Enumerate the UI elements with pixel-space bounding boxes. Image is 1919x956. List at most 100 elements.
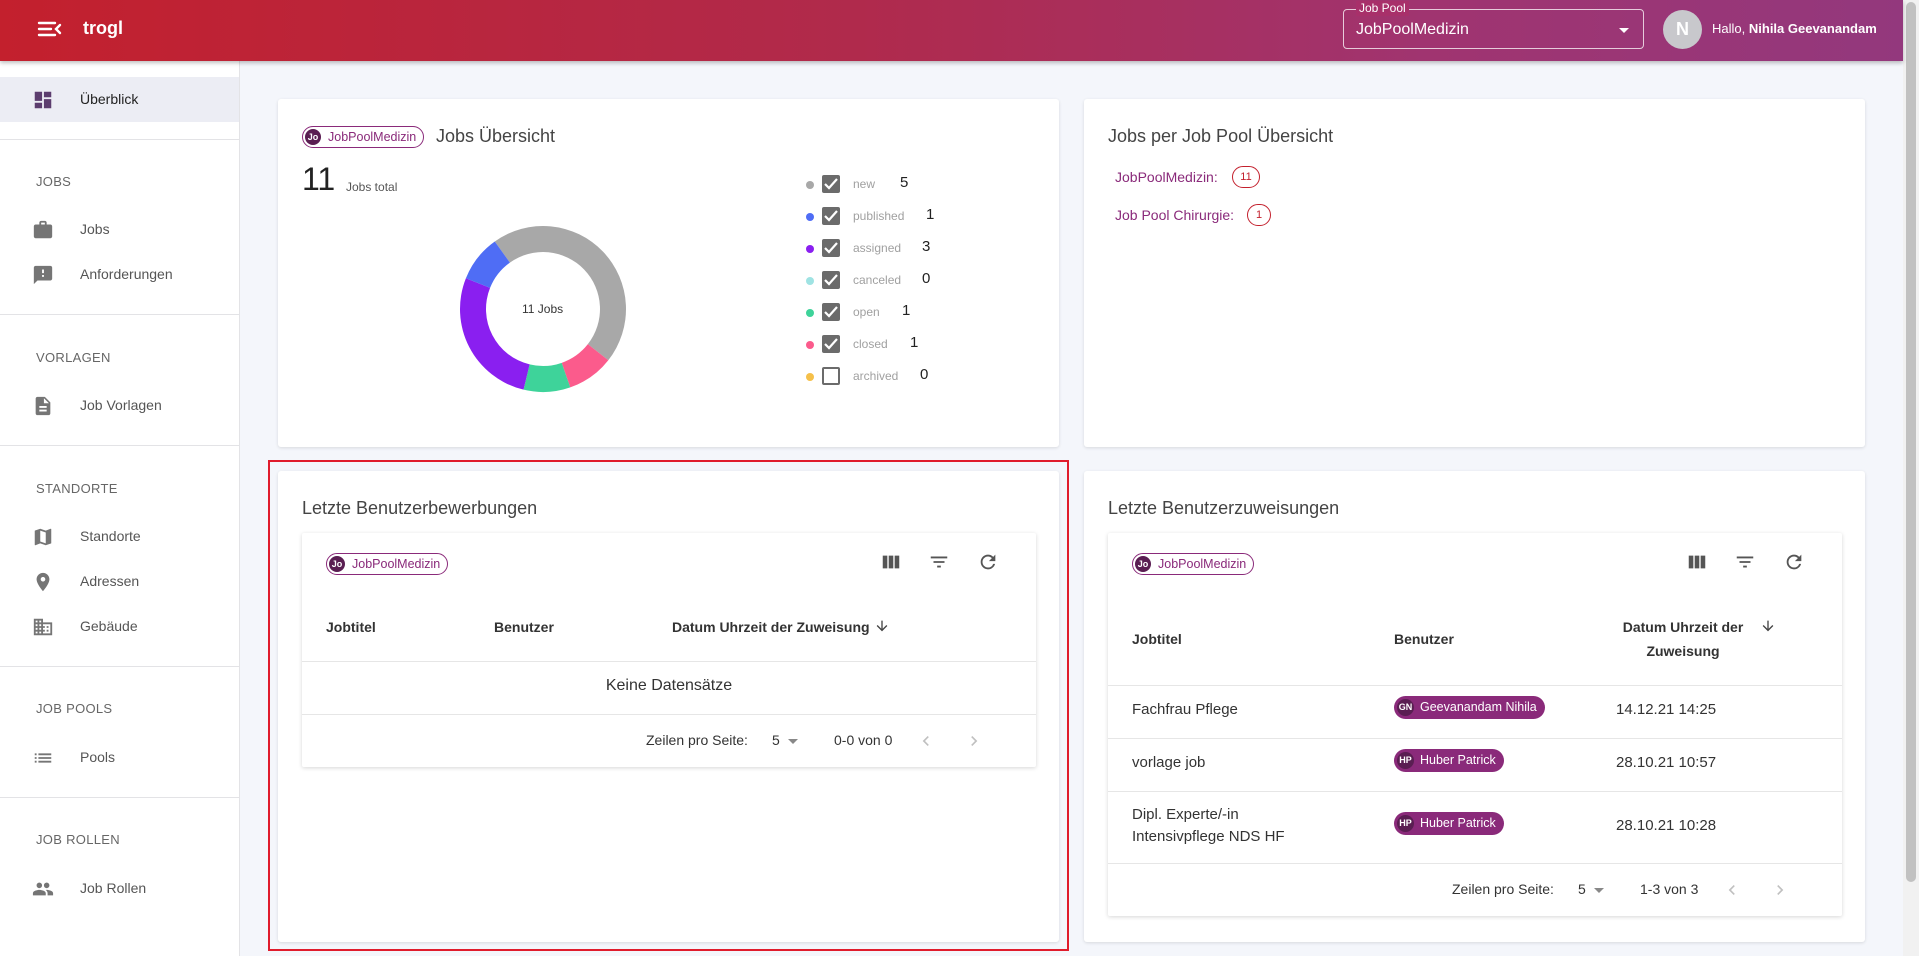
assignments-card: Letzte Benutzerzuweisungen Jo JobPoolMed…	[1084, 471, 1865, 942]
briefcase-icon	[33, 220, 53, 239]
checkbox-checked-icon[interactable]	[822, 303, 840, 321]
column-header-benutzer[interactable]: Benutzer	[494, 619, 554, 635]
column-header-jobtitel[interactable]: Jobtitel	[326, 619, 376, 635]
sidebar-divider	[0, 139, 239, 140]
user-chip-avatar: HP	[1397, 815, 1414, 832]
checkbox-checked-icon[interactable]	[822, 207, 840, 225]
sidebar-item-anforderungen[interactable]: Anforderungen	[0, 252, 239, 297]
job-pool-filter-chip[interactable]: Jo JobPoolMedizin	[326, 553, 449, 575]
scrollbar-thumb[interactable]	[1906, 2, 1916, 882]
legend-count: 5	[900, 174, 909, 191]
filter-icon[interactable]	[1734, 551, 1756, 573]
checkbox-checked-icon[interactable]	[822, 335, 840, 353]
sidebar-item-job-vorlagen[interactable]: Job Vorlagen	[0, 383, 239, 428]
map-icon	[34, 528, 52, 546]
user-chip[interactable]: HP Huber Patrick	[1394, 749, 1504, 772]
refresh-icon[interactable]	[977, 551, 999, 573]
checkbox-checked-icon[interactable]	[822, 271, 840, 289]
user-chip-avatar: HP	[1397, 752, 1414, 769]
legend-count: 1	[902, 302, 911, 319]
user-chip-label: Huber Patrick	[1420, 753, 1496, 767]
checkbox-checked-icon[interactable]	[822, 175, 840, 193]
applications-card: Letzte Benutzerbewerbungen Jo JobPoolMed…	[278, 471, 1059, 942]
pool-link-medizin[interactable]: JobPoolMedizin:	[1115, 169, 1218, 185]
sort-descending-icon[interactable]	[874, 618, 890, 634]
sort-descending-icon[interactable]	[1760, 618, 1776, 634]
user-greeting[interactable]: Hallo, Nihila Geevanandam	[1712, 21, 1877, 36]
feedback-icon	[33, 265, 53, 285]
sidebar-item-label: Pools	[80, 749, 116, 765]
legend-label: archived	[853, 369, 899, 383]
cell-datum: 28.10.21 10:28	[1616, 817, 1717, 834]
filter-icon[interactable]	[928, 551, 950, 573]
sidebar-item-gebaeude[interactable]: Gebäude	[0, 604, 239, 649]
chip-avatar: Jo	[305, 129, 321, 145]
view-columns-icon[interactable]	[1686, 551, 1708, 573]
pool-link-chirurgie[interactable]: Job Pool Chirurgie:	[1115, 207, 1234, 223]
row-divider	[1108, 738, 1842, 739]
job-pool-select[interactable]: Job Pool JobPoolMedizin	[1343, 1, 1644, 49]
legend-color-dot	[806, 181, 814, 189]
chip-avatar: Jo	[1135, 556, 1151, 572]
refresh-icon[interactable]	[1783, 551, 1805, 573]
sidebar-item-standorte[interactable]: Standorte	[0, 514, 239, 559]
user-chip-label: Geevanandam Nihila	[1420, 700, 1537, 714]
previous-page-icon[interactable]	[1722, 880, 1742, 900]
legend-color-dot	[806, 309, 814, 317]
sidebar-item-job-rollen[interactable]: Job Rollen	[0, 866, 239, 911]
chip-label: JobPoolMedizin	[1158, 557, 1247, 571]
sidebar-item-adressen[interactable]: Adressen	[0, 559, 239, 604]
pool-count-badge: 1	[1247, 204, 1271, 226]
checkbox-checked-icon[interactable]	[822, 239, 840, 257]
sidebar-item-pools[interactable]: Pools	[0, 735, 239, 780]
sidebar: Überblick JOBS Jobs Anforderungen VORLAG…	[0, 61, 240, 956]
checkbox-unchecked-icon[interactable]	[822, 367, 840, 385]
building-icon	[33, 618, 53, 636]
page-scrollbar[interactable]	[1903, 0, 1919, 956]
user-chip[interactable]: HP Huber Patrick	[1394, 812, 1504, 835]
cell-jobtitel: Fachfrau Pflege	[1132, 701, 1238, 718]
sidebar-item-overview[interactable]: Überblick	[0, 77, 239, 122]
user-chip[interactable]: GN Geevanandam Nihila	[1394, 696, 1545, 719]
pagination-range: 0-0 von 0	[834, 732, 893, 748]
job-pool-chip[interactable]: Jo JobPoolMedizin	[302, 126, 425, 148]
empty-state-text: Keine Datensätze	[605, 677, 733, 694]
list-icon	[34, 753, 52, 763]
column-header-jobtitel[interactable]: Jobtitel	[1132, 631, 1182, 647]
pool-count-badge: 11	[1232, 166, 1260, 188]
next-page-icon[interactable]	[964, 731, 984, 751]
legend-color-dot	[806, 213, 814, 221]
cell-datum: 14.12.21 14:25	[1616, 701, 1717, 718]
pool-overview-card: Jobs per Job Pool Übersicht JobPoolMediz…	[1084, 99, 1865, 447]
column-header-datum-line2[interactable]: Zuweisung	[1618, 643, 1748, 659]
app-title[interactable]: trogl	[83, 18, 123, 39]
rows-per-page-value: 5	[772, 732, 780, 748]
legend-label: new	[853, 177, 876, 191]
rows-per-page-select[interactable]: 5	[772, 732, 798, 748]
sidebar-section-job-pools: JOB POOLS	[36, 701, 113, 716]
sidebar-item-jobs[interactable]: Jobs	[0, 207, 239, 252]
legend-count: 0	[920, 366, 929, 383]
rows-per-page-select[interactable]: 5	[1578, 881, 1604, 897]
dropdown-arrow-icon	[1619, 28, 1629, 33]
sidebar-item-label: Adressen	[80, 573, 140, 589]
legend-label: published	[853, 209, 905, 223]
menu-toggle-icon[interactable]	[36, 18, 62, 40]
user-avatar[interactable]: N	[1663, 10, 1702, 49]
applications-table: Jo JobPoolMedizin Jobtitel Benutzer Datu…	[302, 533, 1036, 767]
column-header-datum[interactable]: Datum Uhrzeit der Zuweisung	[672, 619, 870, 635]
column-header-datum-line1[interactable]: Datum Uhrzeit der	[1618, 619, 1748, 635]
location-pin-icon	[36, 572, 50, 592]
job-pool-filter-chip[interactable]: Jo JobPoolMedizin	[1132, 553, 1255, 575]
dropdown-arrow-icon	[787, 738, 798, 744]
legend-color-dot	[806, 341, 814, 349]
donut-slice-assigned[interactable]	[460, 278, 530, 390]
view-columns-icon[interactable]	[880, 551, 902, 573]
previous-page-icon[interactable]	[916, 731, 936, 751]
column-header-benutzer[interactable]: Benutzer	[1394, 631, 1454, 647]
jobs-overview-card: Jo JobPoolMedizin Jobs Übersicht 11 Jobs…	[278, 99, 1059, 447]
sidebar-item-label: Gebäude	[80, 618, 138, 634]
legend-label: open	[853, 305, 880, 319]
next-page-icon[interactable]	[1770, 880, 1790, 900]
donut-slice-new[interactable]	[494, 226, 626, 361]
